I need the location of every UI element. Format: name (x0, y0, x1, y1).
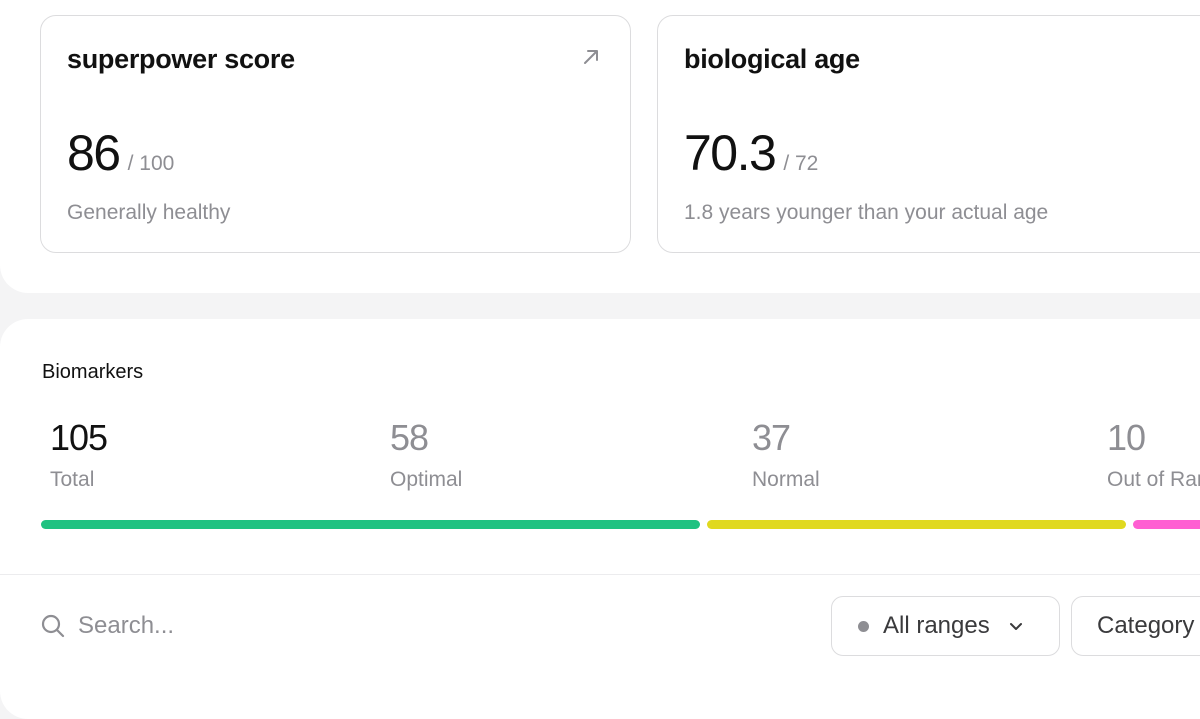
total-label: Total (50, 468, 95, 491)
search-icon (41, 614, 65, 638)
bio-age-description: 1.8 years younger than your actual age (684, 201, 1049, 224)
out-of-range-count: 10 (1107, 417, 1146, 458)
stat-normal[interactable]: 37 Normal (752, 418, 820, 492)
chevron-down-icon (1008, 618, 1024, 634)
ranges-filter-label: All ranges (883, 612, 990, 639)
actual-age: / 72 (783, 152, 819, 175)
card-title: biological age (684, 44, 860, 74)
out-of-range-label: Out of Range (1107, 468, 1200, 491)
category-filter-label: Category (1097, 612, 1195, 639)
biomarkers-title: Biomarkers (42, 361, 144, 383)
stat-optimal[interactable]: 58 Optimal (390, 418, 462, 492)
status-dot (858, 620, 869, 632)
stat-total[interactable]: 105 Total (50, 417, 108, 492)
bio-age-value: 70.3 (684, 125, 777, 181)
biological-age-card[interactable]: biological age 70.3 / 72 1.8 years young… (657, 15, 1200, 253)
optimal-label: Optimal (390, 468, 463, 491)
ranges-filter-dropdown[interactable]: All ranges (831, 596, 1060, 656)
normal-count: 37 (752, 417, 791, 458)
score-description: Generally healthy (67, 201, 231, 224)
optimal-bar (41, 520, 700, 529)
normal-bar (707, 520, 1126, 529)
search-bar[interactable] (40, 605, 478, 647)
superpower-score-card[interactable]: superpower score 86 / 100 Generally heal… (40, 15, 631, 253)
arrow-up-right-icon[interactable] (580, 46, 602, 68)
out-of-range-bar (1133, 520, 1200, 529)
card-title: superpower score (67, 44, 295, 74)
search-input[interactable] (78, 612, 478, 640)
normal-label: Normal (752, 468, 820, 491)
score-max: / 100 (127, 152, 175, 175)
stat-out-of-range[interactable]: 10 Out of Range (1107, 418, 1200, 492)
optimal-count: 58 (390, 417, 429, 458)
category-filter-dropdown[interactable]: Category (1071, 596, 1200, 656)
biomarkers-panel (0, 319, 1200, 719)
divider (0, 574, 1200, 575)
total-count: 105 (50, 417, 108, 458)
score-value: 86 (67, 125, 121, 181)
